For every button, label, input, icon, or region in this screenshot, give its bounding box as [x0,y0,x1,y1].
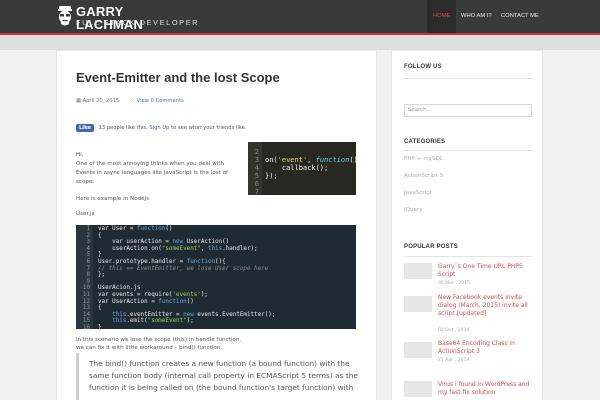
code-line: } [98,324,102,329]
popular-post-date: 21 Apr , 2019 [438,358,470,363]
widget-divider [404,256,532,257]
category-link[interactable]: ActionScript 3 [404,173,443,179]
code-thumbnail-image: 2 3 4 5 6 7 on('event', function() { cal… [248,142,366,196]
popular-post-title-line: my fast fix solution [438,389,496,396]
code-line: } [98,252,102,259]
popular-post-title-line: Virus i found in WordPress and [438,381,530,388]
popular-post-thumbnail[interactable] [404,342,432,358]
nav-who-am-i[interactable]: WHO AM I? [461,0,492,33]
avatar-icon [58,6,72,26]
thumb-code-line: }); [265,172,278,180]
popular-post-title[interactable]: Garry`s One Time URL PHP5 Script [438,263,538,279]
category-link[interactable]: jQuery [404,207,423,213]
code-line: userAction.on("someEvent", this.handler)… [98,245,258,252]
thumb-line-numbers: 2 3 4 5 6 7 [248,142,262,196]
blockquote: The bind() function creates a new functi… [76,353,358,400]
popular-post-thumbnail[interactable] [404,296,432,312]
thumb-code: on('event', function() { callback(); }); [265,156,366,180]
thumb-code-line: on('event', function() { [265,156,367,164]
code-line-numbers: 1 2 3 4 5 6 7 8 9 10 11 12 13 14 15 16 1… [76,225,93,329]
post-intro-line: One of the most annoying thinks when you… [76,161,225,167]
code-block[interactable]: 1 2 3 4 5 6 7 8 9 10 11 12 13 14 15 16 1… [76,225,356,329]
popular-post-title-line: Script [438,271,456,278]
widget-title-follow: FOLLOW US [404,64,442,70]
site-logo[interactable]: GARRY LACHMAN FULL STACK DEVELOPER [57,5,198,31]
post-paragraph: Here is example in NodeJs [76,196,150,202]
top-navbar: GARRY LACHMAN FULL STACK DEVELOPER HOME … [0,0,600,33]
facebook-signup-link[interactable]: Sign Up [149,125,169,131]
popular-post-title[interactable]: Base64 Encoding Class in ActionScript 3 [438,340,538,356]
post-intro-line: Events in async languages like JavaScrip… [76,170,229,176]
sidebar: FOLLOW US Search... CATEGORIES PHP + myS… [391,50,543,400]
comments-link[interactable]: View 0 Comments [137,98,184,104]
code-line: this.eventEmitter = new events.EventEmit… [112,311,276,318]
popular-post-thumbnail[interactable] [404,381,432,397]
calendar-icon: ▦ [76,98,81,104]
code-line: var userAction = new UserAction() [98,239,230,246]
popular-post-title-line: New Facebook events invite [438,294,522,301]
code-line: { [98,232,102,239]
comment-icon: ◌ [130,98,136,104]
header-strip [0,35,600,50]
category-link[interactable]: JavaScript [404,190,432,196]
code-line: { [98,305,102,312]
post-intro-line: scope. [76,179,95,185]
popular-post-thumbnail[interactable] [404,263,432,279]
code-line: User.prototype.handler = function(){ [98,258,226,265]
facebook-like-button[interactable]: Like [76,124,94,132]
code-line: var events = require('events'); [98,291,208,298]
popular-post-title[interactable]: New Facebook events invite dialog (March… [438,294,538,318]
logo-tagline: FULL STACK DEVELOPER [76,18,200,27]
widget-title-popular: POPULAR POSTS [404,244,458,250]
nav-contact-me[interactable]: CONTACT ME [501,0,539,33]
popular-post-date: 05 Mar , 2015 [438,281,471,286]
category-link[interactable]: PHP + mySQL [404,156,443,162]
popular-post-date: 02 Oct , 2014 [438,328,470,333]
post-paragraph: User.js [76,211,95,217]
post-paragraph: In this scenario we lose the scope (this… [76,337,242,343]
popular-post-title-line: dialog (March, 2015) invite all [438,302,528,309]
quote-line: The bind() function creates a new functi… [89,359,350,368]
code-line: this.emit("someEvent"); [112,318,194,325]
search-input[interactable]: Search... [404,104,532,117]
facebook-like-count: 13 people like this. [98,125,148,131]
code-line: }; [98,272,106,279]
widget-title-categories: CATEGORIES [404,139,446,145]
widget-divider [404,78,532,79]
post-meta: ▦ April 20, 2015 ◌ View 0 Comments [76,98,184,105]
post-date: April 20, 2015 [82,98,120,104]
popular-post-title-line: script [updated] [438,310,487,317]
popular-post-title[interactable]: Virus i found in WordPress and my fast f… [438,381,538,397]
popular-post-title-line: ActionScript 3 [438,348,480,355]
facebook-like-box: Like 13 people like this. Sign Up to see… [76,124,246,132]
post-card: Event-Emitter and the lost Scope ▦ April… [56,50,377,400]
quote-line: function it is being called on (the boun… [89,383,354,392]
code-line: UserAcion.js [98,285,141,292]
popular-post-title-line: Base64 Encoding Class in [438,340,515,347]
facebook-like-text: to see what your friends like. [171,125,247,131]
code-line: var UserAction = function() [98,298,194,305]
popular-post-title-line: Garry`s One Time URL PHP5 [438,263,523,270]
post-title[interactable]: Event-Emitter and the lost Scope [76,70,280,85]
code-line: var User = function() [98,226,173,232]
code-line: // this == EventEmitter, we lose User sc… [98,265,269,272]
post-greeting: Hi, [76,152,84,158]
widget-divider [404,150,532,151]
post-paragraph: we can fix it with little workaround – b… [76,345,223,351]
quote-line: same function body (internal call proper… [89,371,358,380]
code-lines: var User = function(){ var userAction = … [98,226,275,329]
thumb-code-line: callback(); [265,164,329,172]
nav-home[interactable]: HOME [427,0,457,33]
